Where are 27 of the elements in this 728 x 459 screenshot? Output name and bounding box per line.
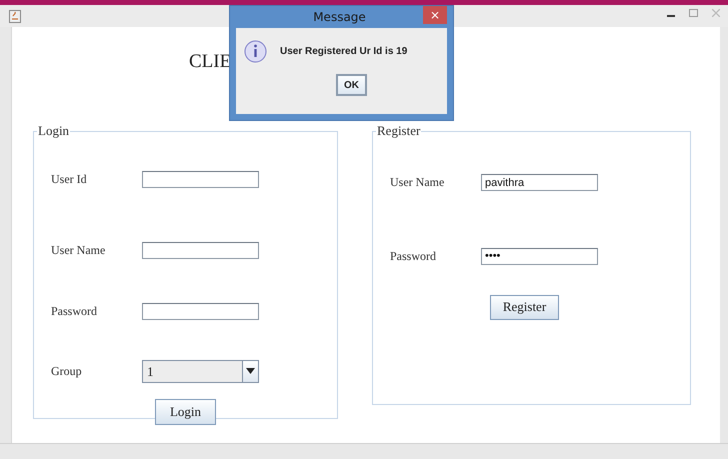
field-label: Password [51,304,98,319]
info-icon [244,40,267,63]
field-label: Group [51,364,83,378]
login-button[interactable]: Login [154,399,216,425]
field-label: User Name [390,175,446,190]
panel-legend: Register [376,124,422,138]
field-label: User Id [51,172,88,187]
message-text: User Registered Ur Id is 19 [280,46,408,57]
app-icon [9,10,21,22]
close-button[interactable]: × [423,6,447,24]
dropdown-button[interactable] [242,360,258,382]
maximize-icon[interactable] [689,9,698,17]
panel-legend: Login [37,124,70,138]
input-field[interactable] [142,303,259,320]
input-field[interactable]: •••• [481,248,598,264]
heading: CLIE [189,51,232,74]
group-dropdown[interactable]: 1 [142,360,259,382]
input-field[interactable] [142,171,259,188]
input-field[interactable] [142,242,259,259]
field-label: User Name [51,243,106,258]
minimize-icon[interactable] [667,14,675,18]
field-label: Password [390,248,438,264]
dialog-title: Message [312,10,367,24]
input-field[interactable]: pavithra [481,174,598,191]
ok-button[interactable]: OK [336,74,367,96]
caret-icon [246,368,255,374]
register-button[interactable]: Register [490,294,560,320]
